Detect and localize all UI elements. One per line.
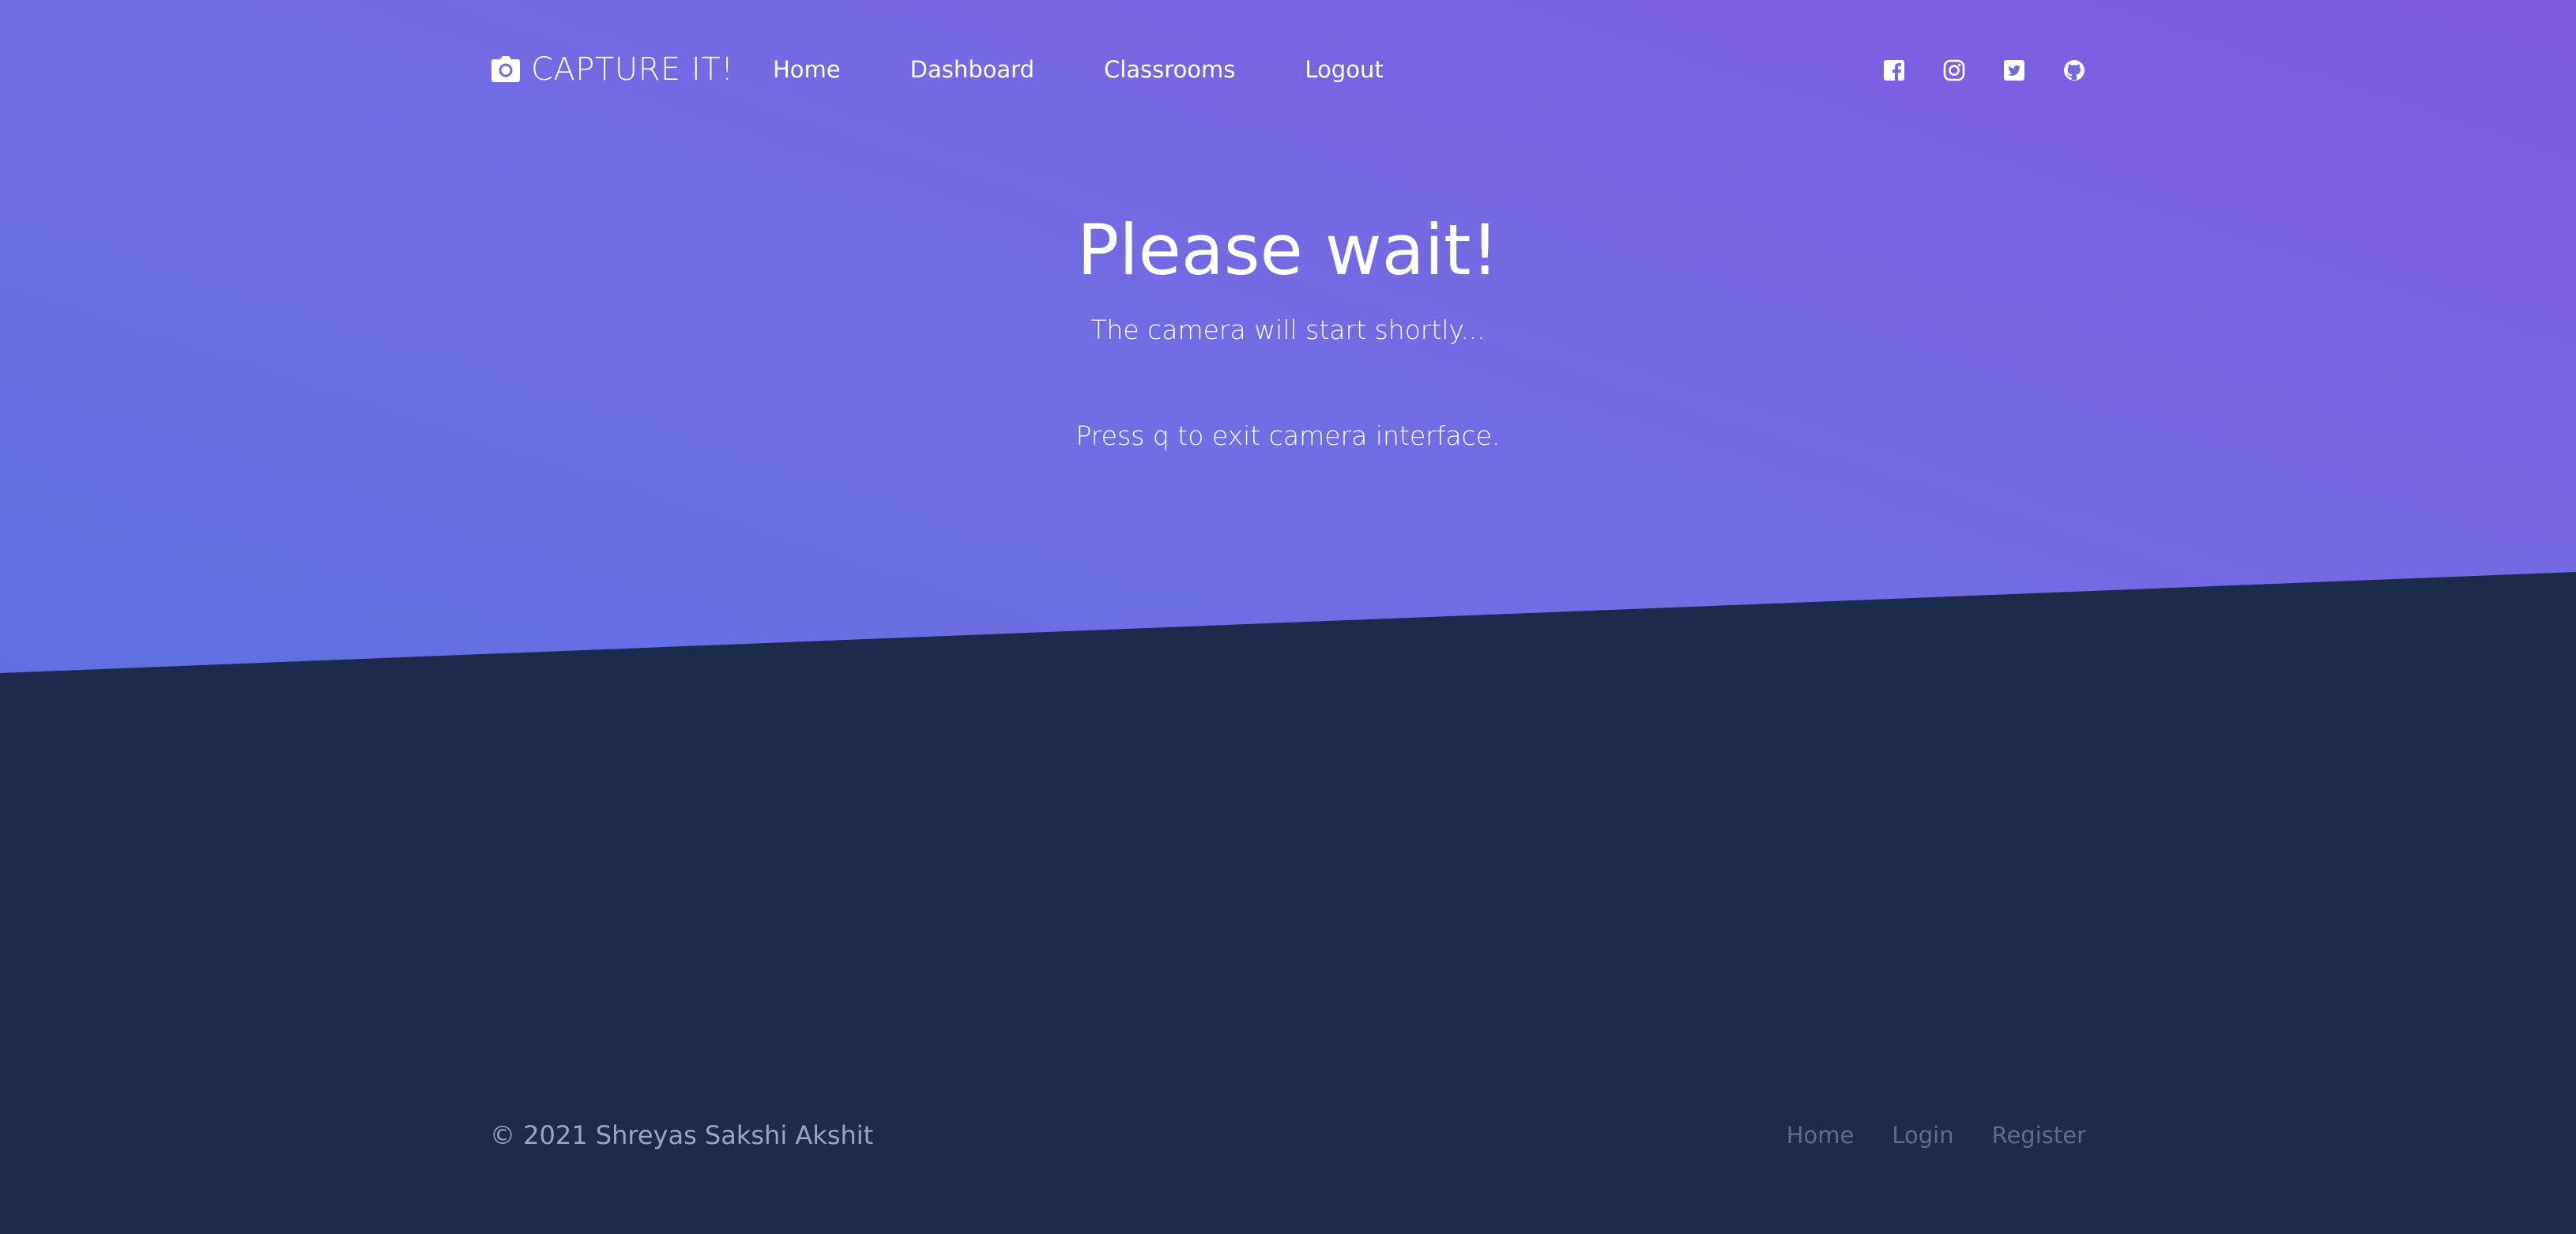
footer-home-link[interactable]: Home (1787, 1115, 1855, 1155)
instagram-icon (1943, 59, 1965, 81)
site-header: CAPTURE IT! Home Dashboard Classrooms Lo… (490, 46, 2086, 93)
nav-home-link[interactable]: Home (773, 46, 841, 93)
social-links (1846, 58, 2086, 82)
facebook-icon (1884, 60, 1904, 81)
nav-dashboard-link[interactable]: Dashboard (910, 46, 1034, 93)
github-link[interactable] (2062, 58, 2086, 82)
status-message: The camera will start shortly... (1090, 314, 1486, 345)
facebook-link[interactable] (1882, 58, 1906, 82)
brand-logo-link[interactable]: CAPTURE IT! (490, 46, 734, 93)
camera-icon (491, 56, 520, 82)
twitter-link[interactable] (2002, 58, 2026, 82)
footer-register-link[interactable]: Register (1992, 1115, 2086, 1155)
footer-nav: Home Login Register (1749, 1115, 2086, 1155)
copyright-text: © 2021 Shreyas Sakshi Akshit (490, 1120, 874, 1150)
page-title: Please wait! (1077, 209, 1499, 291)
brand-name: CAPTURE IT! (531, 51, 734, 88)
site-footer: © 2021 Shreyas Sakshi Akshit Home Login … (490, 1115, 2086, 1155)
nav-classrooms-link[interactable]: Classrooms (1104, 46, 1235, 93)
footer-login-link[interactable]: Login (1892, 1115, 1953, 1155)
twitter-icon (2004, 60, 2024, 81)
instagram-link[interactable] (1942, 58, 1966, 82)
exit-instruction: Press q to exit camera interface. (1075, 420, 1501, 451)
github-icon (2064, 60, 2085, 81)
main-nav: Home Dashboard Classrooms Logout (773, 46, 1453, 93)
nav-logout-link[interactable]: Logout (1305, 46, 1383, 93)
